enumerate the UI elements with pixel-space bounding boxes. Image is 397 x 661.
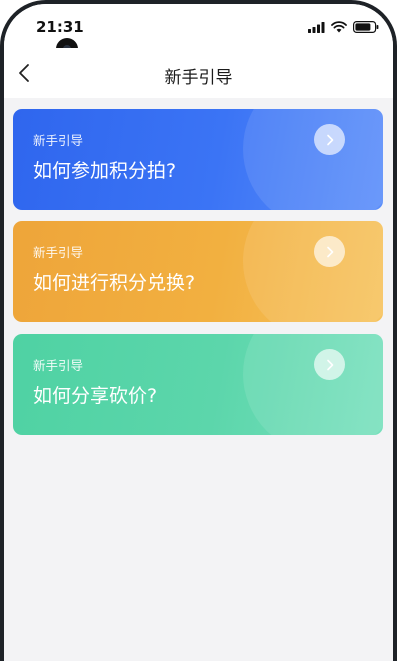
chevron-right-icon — [326, 359, 333, 370]
guide-card-join-auction[interactable]: 新手引导 如何参加积分拍? — [13, 109, 383, 210]
card-eyebrow: 新手引导 — [33, 133, 84, 148]
page-title: 新手引导 — [164, 68, 233, 88]
card-question: 如何进行积分兑换? — [33, 272, 196, 294]
guide-card-share-bargain[interactable]: 新手引导 如何分享砍价? — [13, 334, 383, 435]
card-arrow-button[interactable] — [314, 236, 345, 267]
card-decoration — [243, 109, 383, 210]
card-eyebrow: 新手引导 — [33, 245, 84, 260]
phone-frame: 21:31 新手引导 新手引导 如何参加积分拍? 新手引导 如何进行积分兑换? … — [0, 0, 397, 661]
card-decoration — [243, 334, 383, 435]
status-time: 21:31 — [36, 18, 84, 36]
card-decoration — [243, 221, 383, 322]
signal-icon — [308, 21, 325, 33]
card-question: 如何分享砍价? — [33, 385, 158, 407]
card-arrow-button[interactable] — [314, 124, 345, 155]
card-arrow-button[interactable] — [314, 349, 345, 380]
navigation-bar: 新手引导 — [4, 48, 393, 98]
guide-list: 新手引导 如何参加积分拍? 新手引导 如何进行积分兑换? 新手引导 如何分享砍价… — [4, 98, 393, 661]
card-question: 如何参加积分拍? — [33, 160, 177, 182]
wifi-icon — [331, 21, 347, 33]
status-bar: 21:31 — [4, 4, 393, 60]
battery-icon — [353, 21, 379, 33]
status-icons — [308, 21, 379, 33]
chevron-right-icon — [326, 246, 333, 257]
card-eyebrow: 新手引导 — [33, 358, 84, 373]
chevron-right-icon — [326, 134, 333, 145]
guide-card-points-exchange[interactable]: 新手引导 如何进行积分兑换? — [13, 221, 383, 322]
